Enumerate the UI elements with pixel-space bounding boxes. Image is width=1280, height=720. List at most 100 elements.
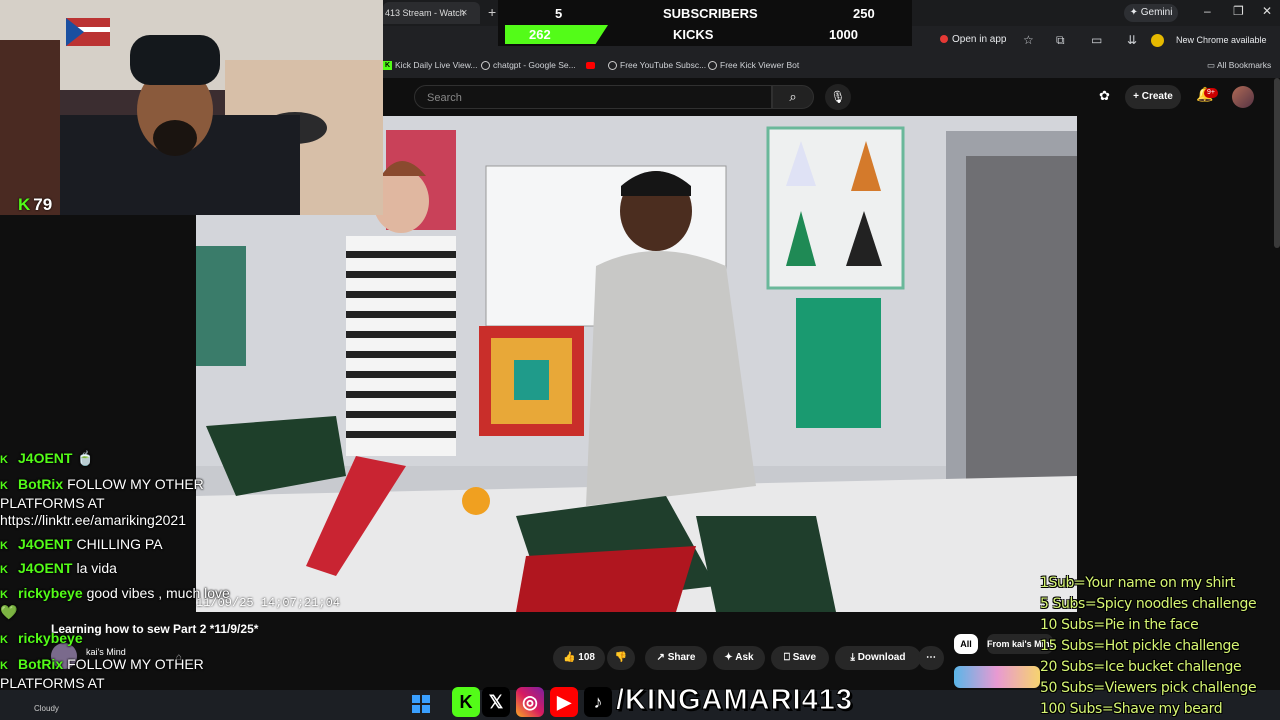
- bookmark-item[interactable]: Free Kick Viewer Bot: [708, 60, 799, 71]
- woman-striped-shirt: [346, 236, 456, 456]
- subscriber-goal: 5 SUBSCRIBERS 250: [505, 4, 905, 23]
- chat-message: K J4OENT la vida: [0, 560, 240, 579]
- youtube-app-icon: [940, 35, 948, 44]
- download-button[interactable]: ⤓ Download: [835, 646, 921, 670]
- more-icon: ⋯: [926, 652, 936, 663]
- webcam-scene: [0, 0, 383, 215]
- thumbs-down-icon: 👎: [614, 652, 628, 663]
- folder-icon: ▭: [1207, 60, 1217, 70]
- voice-search-button[interactable]: 🎙: [825, 84, 851, 110]
- sub-goal-item: 15 Subs=Hot pickle challenge: [1040, 638, 1240, 654]
- bookmark-item[interactable]: K Kick Daily Live View...: [383, 60, 478, 71]
- chat-message: K J4OENT CHILLING PA: [0, 536, 240, 555]
- chat-message: K J4OENT 🍵: [0, 450, 240, 469]
- google-icon: [481, 61, 490, 71]
- search-input[interactable]: Search: [414, 85, 772, 109]
- bookmark-item[interactable]: chatgpt - Google Se...: [481, 60, 576, 71]
- sparkle-icon: ✦: [1129, 7, 1141, 18]
- sidebar-icon[interactable]: ▭: [1091, 33, 1102, 47]
- sub-goal-item: 10 Subs=Pie in the face: [1040, 617, 1199, 633]
- sparkle-icon: ✦: [724, 652, 736, 663]
- maximize-icon[interactable]: ❐: [1233, 4, 1244, 18]
- chat-message: Krickybeye: [0, 630, 240, 649]
- kick-viewer-count: K 79: [18, 195, 53, 214]
- new-tab-button[interactable]: +: [488, 4, 496, 20]
- red-fabric: [516, 546, 696, 612]
- kick-badge-icon: K: [0, 480, 8, 492]
- sub-goal-item: 20 Subs=Ice bucket challenge: [1040, 659, 1242, 675]
- wave-quilt: [796, 298, 881, 428]
- sub-goal-item: 100 Subs=Shave my beard: [1040, 701, 1223, 717]
- close-window-icon[interactable]: ✕: [1262, 4, 1272, 18]
- like-button[interactable]: 👍 108: [553, 646, 605, 670]
- bookmark-item[interactable]: [586, 60, 598, 70]
- sub-goal-item: 5 Subs=Spicy noodles challenge: [1040, 596, 1257, 612]
- plus-icon: +: [1133, 91, 1142, 102]
- streamer-handle: /KINGAMARI413: [616, 684, 853, 717]
- thumbs-up-icon: 👍: [563, 652, 579, 663]
- subs-target: 250: [853, 6, 875, 21]
- gift-icon[interactable]: ✿: [1099, 88, 1110, 104]
- kick-badge-icon: K: [0, 589, 8, 601]
- globe-icon: [608, 61, 617, 71]
- kicks-label: KICKS: [673, 27, 714, 42]
- windows-start-icon[interactable]: [412, 695, 430, 713]
- dislike-button[interactable]: 👎: [607, 646, 635, 670]
- all-bookmarks[interactable]: ▭ All Bookmarks: [1207, 60, 1271, 71]
- notification-badge: 9+: [1204, 88, 1218, 98]
- bulls-cap: [130, 35, 220, 85]
- open-in-app-button[interactable]: Open in app: [940, 31, 1010, 49]
- kicks-current: 262: [529, 27, 551, 42]
- downloads-icon[interactable]: ⇊: [1127, 33, 1137, 47]
- download-icon: ⤓: [850, 652, 858, 663]
- subs-current: 5: [555, 6, 563, 21]
- microphone-icon: 🎙: [830, 90, 846, 104]
- kick-logo-icon: K: [452, 687, 480, 717]
- bookmark-item[interactable]: Free YouTube Subsc...: [608, 60, 706, 71]
- rotary-cutter: [462, 487, 490, 515]
- emote: 🍵: [76, 450, 94, 466]
- minimize-icon[interactable]: –: [1204, 4, 1211, 18]
- kick-badge-icon: K: [0, 564, 8, 576]
- chat-message: KBotRixFOLLOW MY OTHER PLATFORMS AT http…: [0, 476, 204, 528]
- x-logo-icon: 𝕏: [482, 687, 510, 717]
- chip-all[interactable]: All: [954, 634, 978, 654]
- page-scrollbar[interactable]: [1274, 78, 1280, 248]
- bookmark-star-icon[interactable]: ☆: [1023, 33, 1034, 47]
- kick-badge-icon: K: [0, 454, 8, 466]
- open-in-app-label: Open in app: [952, 34, 1007, 45]
- profile-icon[interactable]: [1151, 34, 1164, 47]
- gemini-button[interactable]: ✦ Gemini: [1124, 4, 1178, 22]
- kick-icon: K: [383, 61, 392, 71]
- account-avatar[interactable]: [1232, 86, 1254, 108]
- kick-badge-icon: K: [0, 540, 8, 552]
- recommended-thumbnail[interactable]: [954, 666, 1040, 688]
- create-button[interactable]: + Create: [1125, 85, 1181, 109]
- kick-badge-icon: K: [0, 634, 8, 646]
- gemini-label: Gemini: [1140, 7, 1173, 18]
- sub-goal-item: 50 Subs=Viewers pick challenge: [1040, 680, 1257, 696]
- share-icon: ↗: [656, 652, 668, 663]
- youtube-logo-icon: ▶: [550, 687, 578, 717]
- instagram-logo-icon: ◎: [516, 687, 544, 717]
- emote: 💚: [0, 604, 18, 620]
- more-actions-button[interactable]: ⋯: [918, 646, 944, 670]
- search-button[interactable]: ⌕: [772, 85, 814, 109]
- search-icon: ⌕: [789, 89, 797, 104]
- bookmark-icon: ⎕: [783, 652, 793, 663]
- chat-message: Krickybeye good vibes , much love 💚: [0, 585, 230, 620]
- ask-button[interactable]: ✦ Ask: [713, 646, 765, 670]
- webcam-feed: [0, 0, 383, 215]
- kicks-progress-bar: [505, 25, 608, 44]
- sub-goal-item: 1Sub=Your name on my shirt: [1040, 575, 1235, 591]
- share-button[interactable]: ↗ Share: [645, 646, 707, 670]
- save-button[interactable]: ⎕ Save: [771, 646, 829, 670]
- tiktok-logo-icon: ♪: [584, 687, 612, 717]
- dresser: [0, 40, 60, 215]
- tab-close-icon[interactable]: ×: [461, 2, 467, 24]
- globe-icon: [708, 61, 717, 71]
- weather-widget[interactable]: Cloudy: [34, 704, 59, 713]
- extensions-icon[interactable]: ⧉: [1056, 33, 1065, 48]
- subs-label: SUBSCRIBERS: [663, 6, 758, 21]
- new-chrome-available-button[interactable]: New Chrome available: [1176, 32, 1276, 48]
